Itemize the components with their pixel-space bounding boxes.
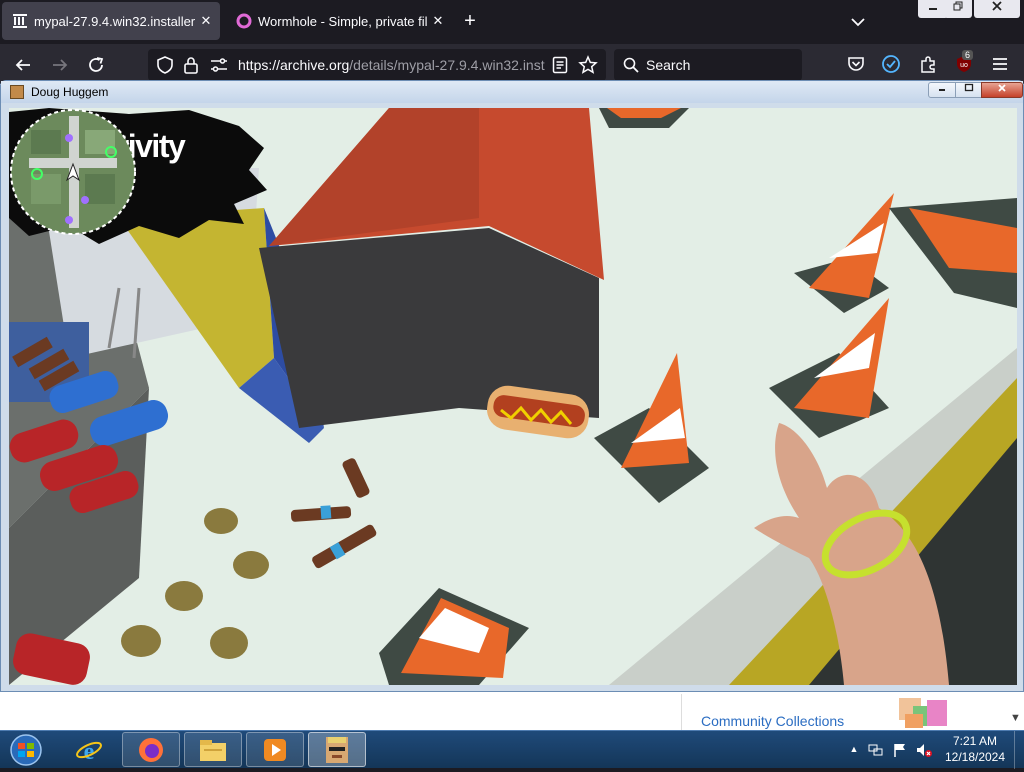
game-window-titlebar[interactable]: Doug Huggem <box>1 81 1023 103</box>
forward-arrow-icon[interactable] <box>49 54 71 76</box>
shield-icon[interactable] <box>156 56 174 79</box>
reader-view-icon[interactable] <box>552 56 568 79</box>
tab-title: mypal-27.9.4.win32.installer : Fr <box>34 13 196 29</box>
tab-strip: mypal-27.9.4.win32.installer : Fr ✕ Worm… <box>0 0 1024 44</box>
bookmark-star-icon[interactable] <box>578 55 598 80</box>
archive-icon <box>12 13 28 29</box>
extension-badge: 6 <box>962 50 974 60</box>
scroll-down-arrow-icon[interactable]: ▼ <box>1010 712 1021 724</box>
address-bar[interactable]: https://archive.org/details/mypal-27.9.4… <box>148 49 606 81</box>
search-icon <box>623 57 639 78</box>
search-placeholder: Search <box>646 57 691 73</box>
navigation-toolbar: https://archive.org/details/mypal-27.9.4… <box>0 44 1024 84</box>
game-close-button[interactable] <box>981 82 1023 98</box>
game-maximize-button[interactable] <box>955 82 982 98</box>
clock-time[interactable]: 7:21 AM <box>950 734 1000 748</box>
extensions-puzzle-icon[interactable] <box>917 54 939 76</box>
clock-date[interactable]: 12/18/2024 <box>941 750 1009 764</box>
url-field[interactable]: https://archive.org/details/mypal-27.9.4… <box>238 57 546 73</box>
firefox-icon[interactable] <box>122 732 180 767</box>
check-extension-icon[interactable] <box>880 54 902 76</box>
network-icon[interactable] <box>868 742 884 758</box>
close-window-button[interactable] <box>974 0 1020 18</box>
permissions-icon[interactable] <box>210 58 228 77</box>
page-divider <box>681 694 682 730</box>
show-desktop-button[interactable] <box>1014 731 1024 769</box>
game-avatar-icon <box>10 85 24 99</box>
chevron-down-icon[interactable] <box>846 12 870 32</box>
tab-title: Wormhole - Simple, private file <box>258 13 428 29</box>
restore-window-button[interactable] <box>944 0 972 18</box>
game-window: Doug Huggem <box>0 80 1024 692</box>
game-viewport[interactable]: Positivity <box>9 108 1017 685</box>
svg-text:uo: uo <box>960 62 968 69</box>
start-button[interactable] <box>6 733 46 767</box>
media-player-icon[interactable] <box>246 732 304 767</box>
game-minimize-button[interactable] <box>928 82 956 98</box>
internet-explorer-icon[interactable]: e <box>60 732 118 767</box>
search-input[interactable]: Search <box>614 49 802 81</box>
url-host: https://archive.org <box>238 57 350 73</box>
tab-archive[interactable]: mypal-27.9.4.win32.installer : Fr ✕ <box>2 2 220 40</box>
show-hidden-icons-icon[interactable]: ▲ <box>846 744 862 760</box>
lock-icon[interactable] <box>183 56 199 79</box>
new-tab-button[interactable]: + <box>458 10 482 34</box>
doug-huggem-game-icon[interactable] <box>308 732 366 767</box>
url-path: /details/mypal-27.9.4.win32.inst <box>349 57 545 73</box>
community-collections-link[interactable]: Community Collections <box>701 713 844 729</box>
action-center-flag-icon[interactable] <box>892 742 908 758</box>
pocket-icon[interactable] <box>845 54 867 76</box>
back-arrow-icon[interactable] <box>12 54 34 76</box>
file-explorer-icon[interactable] <box>184 732 242 767</box>
wormhole-icon <box>236 13 252 29</box>
minimap <box>10 109 136 235</box>
close-tab-icon[interactable]: ✕ <box>196 13 216 29</box>
hamburger-menu-icon[interactable] <box>989 54 1011 76</box>
collection-thumbnail[interactable] <box>893 694 955 730</box>
tab-wormhole[interactable]: Wormhole - Simple, private file ✕ <box>226 2 452 40</box>
game-window-title: Doug Huggem <box>31 85 109 99</box>
close-tab-icon[interactable]: ✕ <box>428 13 448 29</box>
taskbar: e ▲ 7:21 AM 12/18/2024 <box>0 730 1024 769</box>
volume-muted-icon[interactable] <box>916 742 932 758</box>
reload-icon[interactable] <box>85 54 107 76</box>
